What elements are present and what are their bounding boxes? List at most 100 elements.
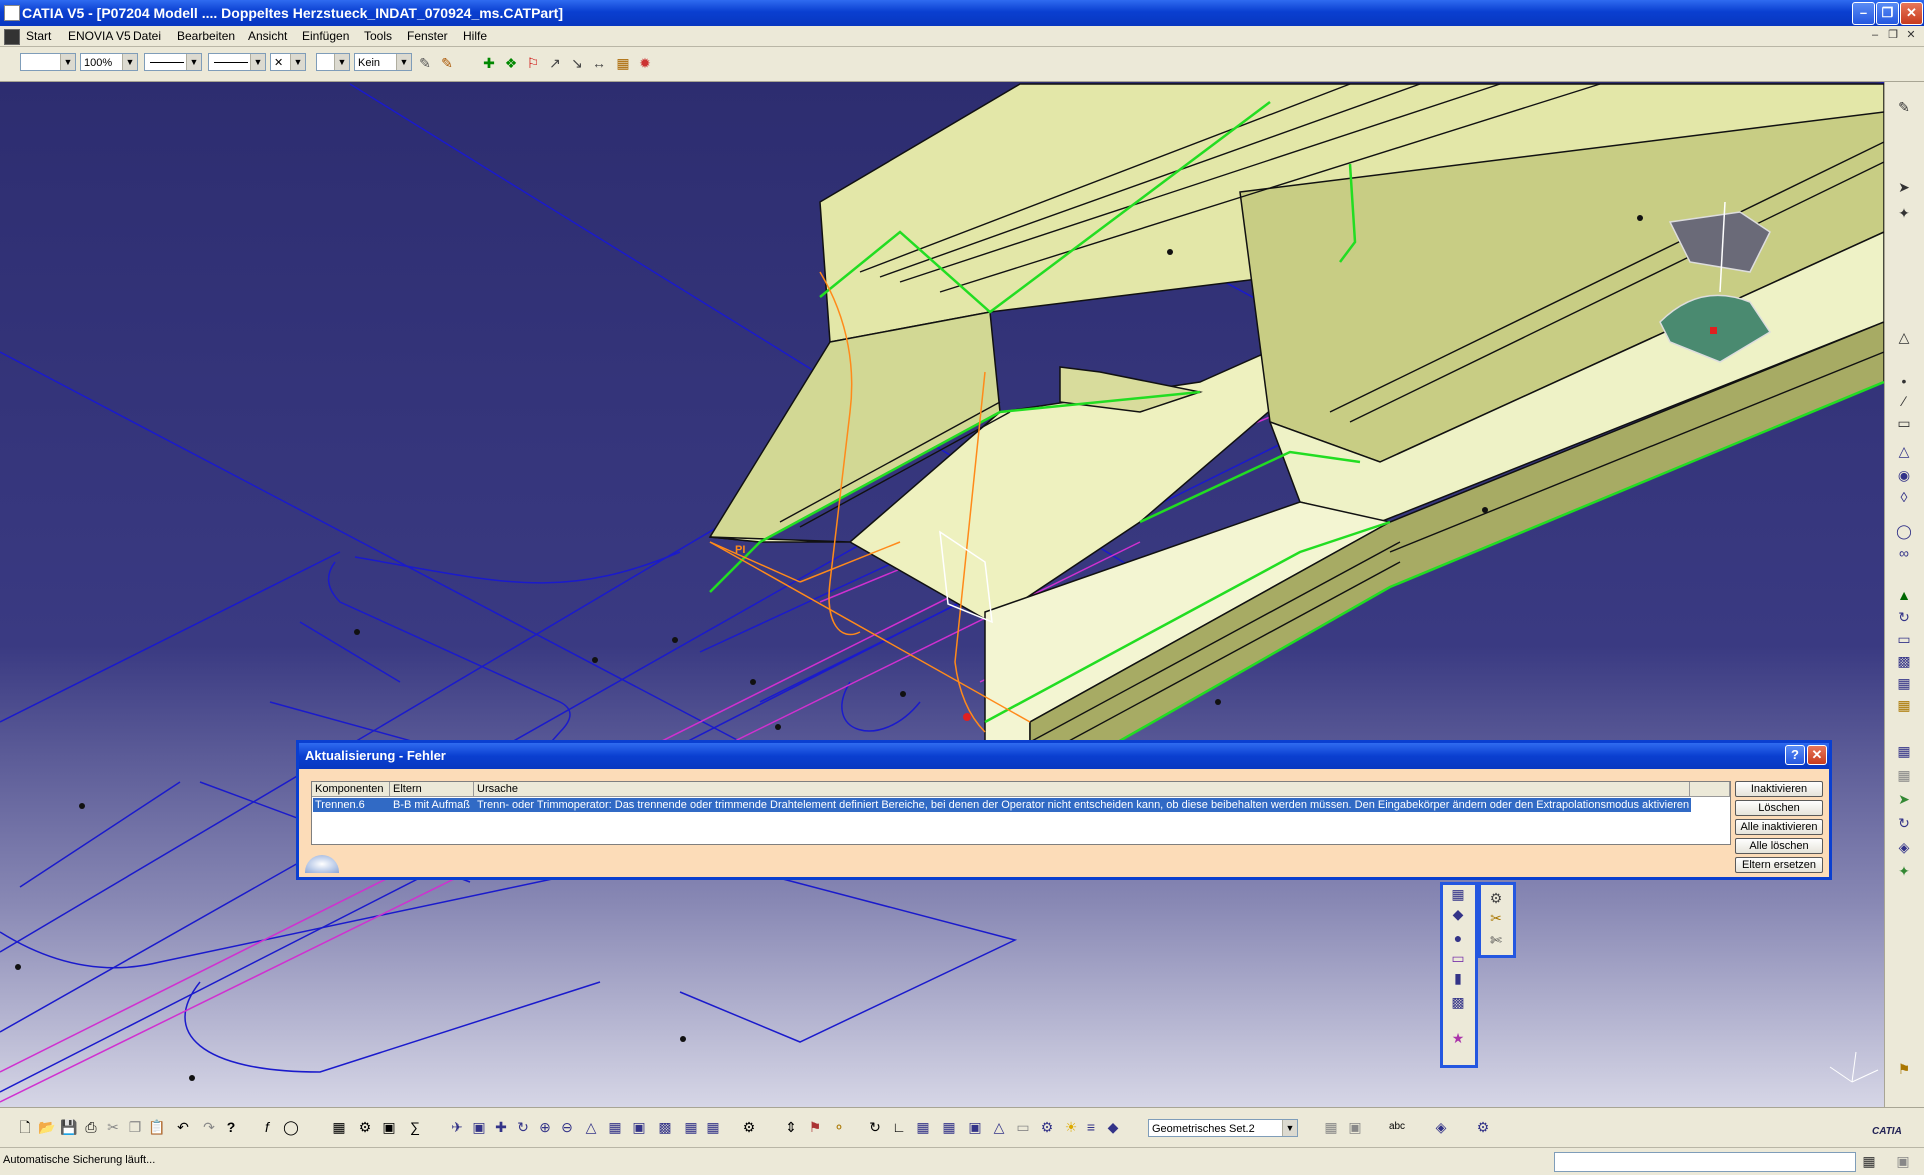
multi-section-icon[interactable]: ▩ [1895, 652, 1913, 670]
sketch-analysis-icon[interactable]: △ [990, 1118, 1008, 1136]
grid-icon[interactable]: ▦ [914, 1118, 932, 1136]
minimize-button[interactable]: – [1852, 2, 1875, 25]
rendering-style-combo[interactable]: ▼ [316, 53, 350, 71]
zoom-in-icon[interactable]: ⊕ [536, 1118, 554, 1136]
point-icon[interactable]: • [1895, 372, 1913, 390]
plane-icon[interactable]: △ [1895, 328, 1913, 346]
print-icon[interactable]: ⎙ [82, 1118, 100, 1136]
inaktivieren-button[interactable]: Inaktivieren [1735, 781, 1823, 797]
menu-bearbeiten[interactable]: Bearbeiten [177, 29, 235, 43]
point-symbol-combo[interactable]: ✕ ▼ [270, 53, 306, 71]
menu-einfuegen[interactable]: Einfügen [302, 29, 349, 43]
window-titlebar[interactable]: CATIA V5 - [P07204 Modell .... Doppeltes… [0, 0, 1924, 26]
compass-move-icon[interactable]: ✚ [480, 54, 498, 72]
swap-space-icon[interactable]: ▦ [704, 1118, 722, 1136]
pan-icon[interactable]: ✚ [492, 1118, 510, 1136]
mdi-close-button[interactable]: ✕ [1904, 28, 1918, 42]
open-file-icon[interactable]: 📂 [38, 1118, 56, 1136]
mdi-restore-button[interactable]: ❐ [1886, 28, 1900, 42]
formula-icon[interactable]: f [258, 1118, 276, 1136]
join-icon[interactable]: ⚙ [1487, 889, 1505, 907]
knowledge-icon[interactable]: ✹ [636, 54, 654, 72]
law-icon[interactable]: ∑ [406, 1118, 424, 1136]
format-painter-icon[interactable]: ✎ [416, 54, 434, 72]
projection-icon[interactable]: △ [1895, 442, 1913, 460]
sphere-surface-icon[interactable]: ● [1449, 929, 1467, 947]
fill-surface-icon[interactable]: ▩ [1449, 993, 1467, 1011]
fly-mode-icon[interactable]: ✈ [448, 1118, 466, 1136]
multi-select-icon[interactable]: ✦ [1895, 204, 1913, 222]
command-input[interactable] [1554, 1152, 1856, 1172]
circle-icon[interactable]: ◯ [1895, 522, 1913, 540]
color-combo[interactable]: ▼ [20, 53, 76, 71]
dialog-close-button[interactable]: ✕ [1807, 745, 1827, 765]
layer-combo[interactable]: Kein ▼ [354, 53, 412, 71]
eltern-ersetzen-button[interactable]: Eltern ersetzen [1735, 857, 1823, 873]
translate-icon[interactable]: ➤ [1895, 790, 1913, 808]
line-icon[interactable]: ∕ [1895, 392, 1913, 410]
column-header-ursache[interactable]: Ursache [474, 782, 1690, 797]
catalog-icon[interactable]: ⚑ [1895, 1060, 1913, 1078]
text-icon[interactable]: abc [1388, 1118, 1406, 1136]
rotate-icon[interactable]: ↻ [1895, 814, 1913, 832]
whats-this-icon[interactable]: ? [222, 1118, 240, 1136]
knowledge-wizard-icon[interactable]: ⚙ [356, 1118, 374, 1136]
stack-icon[interactable]: ≡ [1082, 1118, 1100, 1136]
split-icon[interactable]: ✂ [1487, 909, 1505, 927]
revolve-icon[interactable]: ↻ [1895, 608, 1913, 626]
redo-icon[interactable]: ↷ [200, 1118, 218, 1136]
symmetry-icon[interactable]: ▦ [1895, 766, 1913, 784]
menu-ansicht[interactable]: Ansicht [248, 29, 287, 43]
multi-view-icon[interactable]: ▦ [606, 1118, 624, 1136]
zoom-out-icon[interactable]: ⊖ [558, 1118, 576, 1136]
intersection-icon[interactable]: ◉ [1895, 466, 1913, 484]
stop-command-icon[interactable]: ▣ [1894, 1152, 1912, 1170]
menu-hilfe[interactable]: Hilfe [463, 29, 487, 43]
normal-view-icon[interactable]: △ [582, 1118, 600, 1136]
offset-surface-icon[interactable]: ▭ [1449, 949, 1467, 967]
save-icon[interactable]: 💾 [60, 1118, 78, 1136]
close-window-button[interactable]: ✕ [1900, 2, 1923, 25]
trim-icon[interactable]: ✄ [1487, 931, 1505, 949]
apply-material-icon[interactable]: ▦ [614, 54, 632, 72]
column-header-komponenten[interactable]: Komponenten [312, 782, 390, 797]
comment-icon[interactable]: ◯ [282, 1118, 300, 1136]
dialog-help-button[interactable]: ? [1785, 745, 1805, 765]
define-in-work-object-icon[interactable]: ⚑ [806, 1118, 824, 1136]
alle-inaktivieren-button[interactable]: Alle inaktivieren [1735, 819, 1823, 835]
copy-icon[interactable]: ❐ [126, 1118, 144, 1136]
pattern-icon[interactable]: ▦ [1895, 742, 1913, 760]
3d-viewport[interactable]: PI ▦ ◆ ● ▭ ▮ ▩ ★ ⚙ ✂ ✄ [0, 82, 1884, 1107]
reference-plane-icon[interactable]: ▭ [1895, 414, 1913, 432]
mdi-minimize-button[interactable]: – [1868, 28, 1882, 42]
line-type-combo[interactable]: ▼ [208, 53, 266, 71]
update-icon[interactable]: ⚙ [740, 1118, 758, 1136]
command-icon[interactable]: ▦ [1860, 1152, 1878, 1170]
body-icon[interactable]: ▣ [1346, 1118, 1364, 1136]
hide-show-icon[interactable]: ▦ [682, 1118, 700, 1136]
dialog-titlebar[interactable]: Aktualisierung - Fehler ? ✕ [299, 743, 1829, 769]
lightbulb-icon[interactable]: ☀ [1062, 1118, 1080, 1136]
cut-icon[interactable]: ✂ [104, 1118, 122, 1136]
geometrical-set-icon[interactable]: ◆ [1104, 1118, 1122, 1136]
scan-icon[interactable]: ⚬ [830, 1118, 848, 1136]
sweep-icon[interactable]: ▭ [1895, 630, 1913, 648]
column-header-eltern[interactable]: Eltern [390, 782, 474, 797]
rotate-view-icon[interactable]: ↻ [514, 1118, 532, 1136]
render-style-icon[interactable]: ▩ [656, 1118, 674, 1136]
alle-loeschen-button[interactable]: Alle löschen [1735, 838, 1823, 854]
curve-analysis-icon[interactable]: ▭ [1014, 1118, 1032, 1136]
scale-icon[interactable]: ◈ [1895, 838, 1913, 856]
sketch-tools-icon[interactable]: ↻ [866, 1118, 884, 1136]
document-icon[interactable] [4, 29, 20, 45]
new-file-icon[interactable]: 🗋 [16, 1118, 34, 1136]
design-table-icon[interactable]: ▦ [330, 1118, 348, 1136]
isometric-view-icon[interactable]: ▣ [630, 1118, 648, 1136]
measure-icon[interactable]: ↗ [546, 54, 564, 72]
reorder-icon[interactable]: ⇕ [782, 1118, 800, 1136]
loeschen-button[interactable]: Löschen [1735, 800, 1823, 816]
parallel-curve-icon[interactable]: ◊ [1895, 488, 1913, 506]
sweep-surface-icon[interactable]: ▮ [1449, 969, 1467, 987]
spline-icon[interactable]: ∞ [1895, 544, 1913, 562]
extrude-icon[interactable]: ▲ [1895, 586, 1913, 604]
